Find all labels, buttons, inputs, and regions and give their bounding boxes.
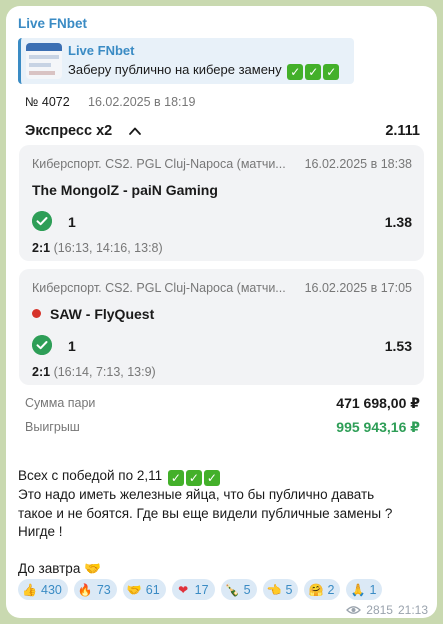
win-value: 995 943,16 ₽ — [336, 419, 420, 435]
pointing-hand-icon: 👈 — [266, 582, 282, 597]
fire-icon: 🔥 — [77, 582, 93, 597]
pray-icon: 🙏 — [350, 582, 366, 597]
hug-icon: 🤗 — [308, 582, 324, 597]
text-line: Нигде ! — [18, 524, 63, 539]
score-detail: (16:14, 7:13, 13:9) — [53, 365, 156, 379]
thumbs-up-icon: 👍 — [22, 582, 37, 597]
reaction-hug[interactable]: 🤗 2 — [304, 579, 341, 600]
reaction-handshake[interactable]: 🤝 61 — [122, 579, 166, 600]
stake-label: Сумма пари — [25, 396, 96, 410]
handshake-icon: 🤝 — [84, 561, 101, 576]
event-teams: SAW - FlyQuest — [32, 306, 154, 322]
event-teams: The MongolZ - paiN Gaming — [32, 182, 218, 198]
score-detail: (16:13, 14:16, 13:8) — [53, 241, 163, 255]
eye-icon — [346, 606, 362, 614]
reaction-count: 17 — [194, 582, 209, 597]
check-mark-icon: ✓ — [167, 470, 184, 486]
text-line: Это надо иметь железные яйца, что бы пуб… — [18, 487, 375, 502]
reaction-count: 430 — [41, 582, 62, 597]
heart-icon: ❤ — [178, 582, 189, 597]
reactions-bar: 👍 430 🔥 73 🤝 61 ❤ 17 🍾 5 👈 5 🤗 2 🙏 1 — [18, 579, 383, 600]
event-card: Киберспорт. CS2. PGL Cluj-Napoca (матчи.… — [19, 145, 424, 261]
outcome-label: 1 — [68, 214, 76, 230]
check-mark-icon: ✓ — [203, 470, 220, 486]
outcome-odds: 1.53 — [384, 338, 412, 354]
reply-preview[interactable]: Live FNbet Заберу публично на кибере зам… — [18, 38, 354, 84]
check-circle-icon — [32, 335, 52, 355]
reaction-count: 1 — [369, 582, 377, 597]
message-time: 21:13 — [397, 603, 428, 617]
reaction-champagne[interactable]: 🍾 5 — [220, 579, 257, 600]
reply-text: Заберу публично на кибере замену — [68, 62, 282, 77]
message-text: Всех с победой по 2,11 ✓ ✓ ✓ Это надо имет… — [18, 467, 428, 579]
bet-number: № 4072 — [25, 95, 70, 109]
check-mark-icon: ✓ — [323, 64, 340, 80]
reaction-pray[interactable]: 🙏 1 — [346, 579, 383, 600]
reaction-count: 73 — [96, 582, 111, 597]
message-meta: 2815 21:13 — [346, 603, 428, 617]
reaction-count: 2 — [327, 582, 335, 597]
event-card: Киберспорт. CS2. PGL Cluj-Napoca (матчи.… — [19, 269, 424, 385]
event-score: 2:1 (16:14, 7:13, 13:9) — [32, 365, 156, 379]
event-league: Киберспорт. CS2. PGL Cluj-Napoca (матчи.… — [32, 281, 286, 295]
sender-name[interactable]: Live FNbet — [18, 16, 87, 31]
outcome-odds: 1.38 — [384, 214, 412, 230]
view-count: 2815 — [366, 603, 393, 617]
message-bubble: Live FNbet Live FNbet Заберу публично на… — [6, 6, 437, 618]
check-mark-icon: ✓ — [287, 64, 304, 80]
outcome-label: 1 — [68, 338, 76, 354]
event-teams-label: SAW - FlyQuest — [50, 306, 155, 322]
text-line: такое и не боятся. Где вы еще видели пуб… — [18, 505, 393, 521]
reply-thumbnail — [26, 43, 62, 79]
event-date: 16.02.2025 в 17:05 — [304, 281, 412, 295]
handshake-icon: 🤝 — [126, 582, 142, 597]
check-mark-icon: ✓ — [185, 470, 202, 486]
score-main: 2:1 — [32, 241, 51, 255]
score-main: 2:1 — [32, 365, 51, 379]
text-line: До завтра — [18, 561, 81, 576]
bet-date: 16.02.2025 в 18:19 — [88, 95, 196, 109]
live-indicator-icon — [32, 309, 41, 318]
text-line — [18, 542, 428, 561]
express-total-odds: 2.111 — [385, 123, 420, 139]
reaction-fire[interactable]: 🔥 73 — [73, 579, 117, 600]
stake-value: 471 698,00 ₽ — [336, 395, 420, 411]
reaction-pointing[interactable]: 👈 5 — [262, 579, 299, 600]
event-league: Киберспорт. CS2. PGL Cluj-Napoca (матчи.… — [32, 157, 286, 171]
event-score: 2:1 (16:13, 14:16, 13:8) — [32, 241, 163, 255]
express-title: Экспресс х2 — [25, 123, 113, 139]
reaction-count: 5 — [285, 582, 293, 597]
champagne-icon: 🍾 — [224, 582, 240, 597]
reaction-count: 5 — [243, 582, 251, 597]
reaction-thumbs-up[interactable]: 👍 430 — [18, 579, 68, 600]
event-date: 16.02.2025 в 18:38 — [304, 157, 412, 171]
chevron-up-icon[interactable] — [128, 124, 142, 138]
text-line: Всех с победой по 2,11 — [18, 468, 163, 483]
reaction-heart[interactable]: ❤ 17 — [171, 579, 215, 600]
reply-title: Live FNbet — [68, 43, 135, 58]
win-label: Выигрыш — [25, 420, 80, 434]
check-mark-icon: ✓ — [305, 64, 322, 80]
reaction-count: 61 — [145, 582, 160, 597]
check-circle-icon — [32, 211, 52, 231]
